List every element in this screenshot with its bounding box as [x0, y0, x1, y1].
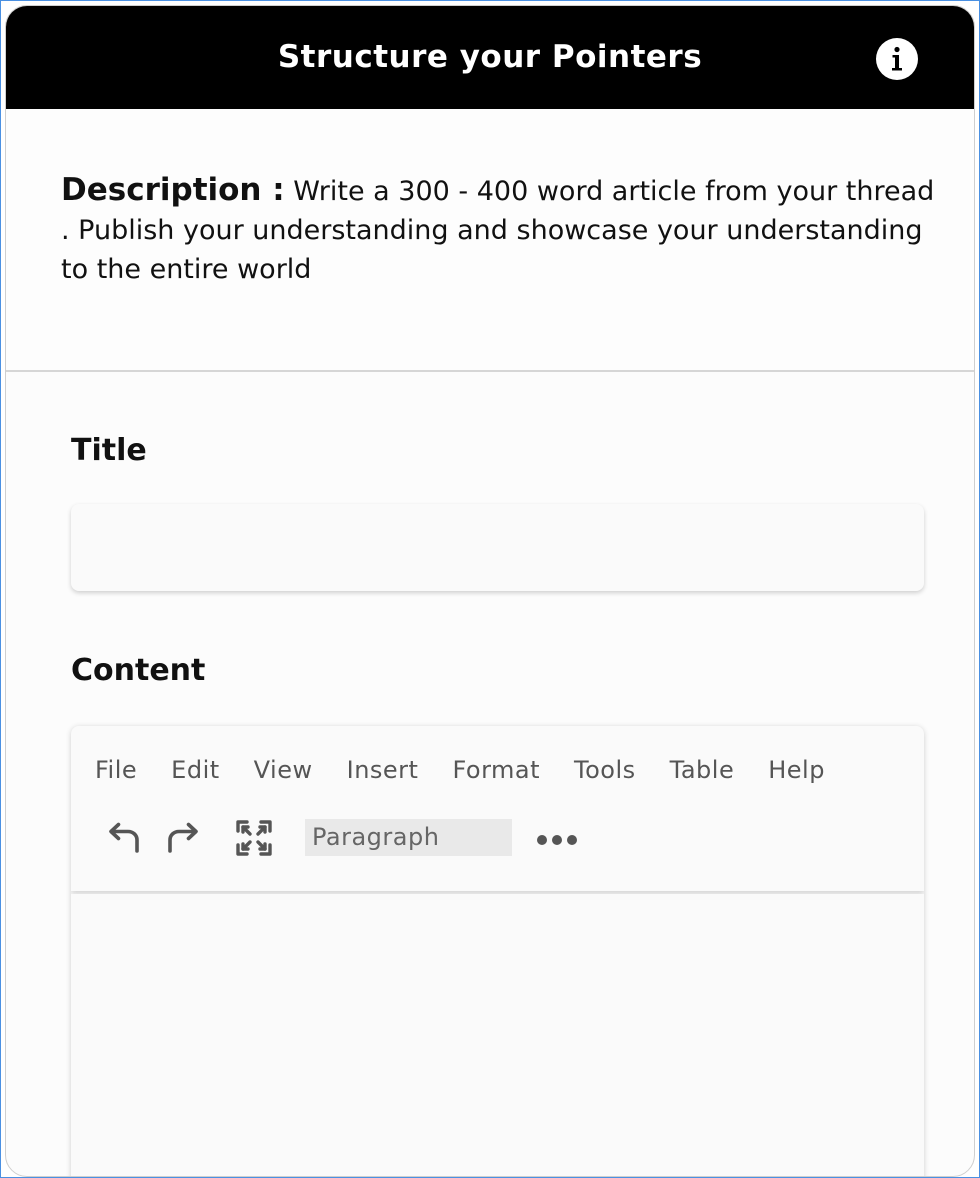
editor-toolbar: File Edit View Insert Format Tools Table…: [71, 726, 924, 891]
window-frame: Structure your Pointers Description : Wr…: [0, 0, 980, 1178]
title-input[interactable]: [71, 504, 924, 591]
undo-icon[interactable]: [103, 818, 143, 858]
fullscreen-icon[interactable]: [234, 818, 274, 858]
page-title: Structure your Pointers: [277, 39, 703, 75]
rich-text-editor: File Edit View Insert Format Tools Table…: [71, 726, 924, 1176]
description-label: Description :: [61, 172, 285, 208]
menu-table[interactable]: Table: [670, 756, 735, 790]
header-bar: Structure your Pointers: [6, 6, 974, 109]
menu-view[interactable]: View: [254, 756, 313, 790]
menu-file[interactable]: File: [95, 756, 137, 790]
menu-insert[interactable]: Insert: [347, 756, 419, 790]
more-icon[interactable]: [535, 818, 579, 858]
menu-help[interactable]: Help: [768, 756, 825, 790]
menu-format[interactable]: Format: [452, 756, 540, 790]
description-text: Description : Write a 300 - 400 word art…: [61, 171, 941, 289]
block-format-select[interactable]: Paragraph: [305, 819, 512, 856]
editor-content-area[interactable]: [71, 894, 924, 1176]
info-icon[interactable]: [876, 38, 918, 80]
description-section: Description : Write a 300 - 400 word art…: [6, 109, 974, 372]
redo-icon[interactable]: [164, 818, 204, 858]
modal-panel: Structure your Pointers Description : Wr…: [5, 5, 975, 1177]
content-label: Content: [71, 653, 206, 688]
title-label: Title: [71, 433, 147, 468]
editor-menubar: File Edit View Insert Format Tools Table…: [95, 756, 859, 790]
menu-tools[interactable]: Tools: [574, 756, 636, 790]
menu-edit[interactable]: Edit: [171, 756, 219, 790]
